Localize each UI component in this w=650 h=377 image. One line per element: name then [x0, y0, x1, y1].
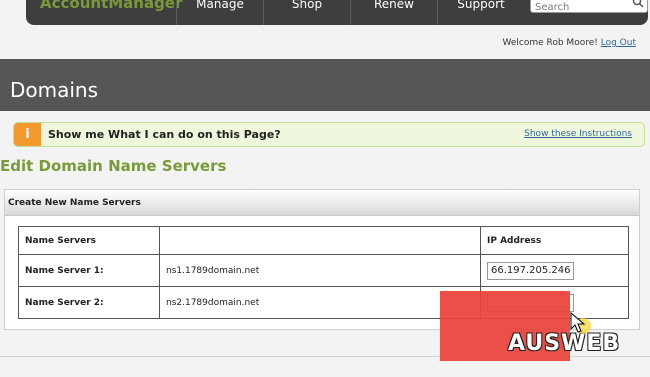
panel-header-title: Create New Name Servers [8, 198, 141, 208]
nav-manage[interactable]: Manage [176, 0, 263, 25]
info-icon: i [14, 123, 41, 146]
watermark-logo-text: AUSWEB [508, 331, 621, 356]
column-header-name-servers: Name Servers [18, 226, 160, 255]
page-title: Domains [10, 78, 99, 102]
top-nav-bar: AccountManager Manage Shop Renew Support [26, 0, 648, 25]
row-label: Name Server 2: [18, 286, 160, 319]
row-hostname: ns1.1789domain.net [159, 254, 481, 287]
row-ip-cell [480, 254, 629, 287]
search-input[interactable] [535, 0, 625, 15]
column-header-host [159, 226, 481, 255]
table-header-row: Name Servers IP Address [18, 226, 629, 255]
help-text: Show me What I can do on this Page? [48, 128, 281, 141]
panel-header: Create New Name Servers [5, 190, 639, 216]
welcome-text: Welcome Rob Moore! [502, 38, 598, 48]
ip-address-input-1[interactable] [487, 261, 574, 280]
search-box [530, 0, 648, 15]
nav-renew[interactable]: Renew [350, 0, 437, 25]
page-title-bar: Domains [0, 59, 650, 111]
row-hostname: ns2.1789domain.net [159, 286, 481, 319]
section-title: Edit Domain Name Servers [0, 157, 227, 175]
logout-link[interactable]: Log Out [601, 38, 636, 48]
table-row: Name Server 1: ns1.1789domain.net [18, 254, 629, 287]
row-label: Name Server 1: [18, 254, 160, 287]
nav-shop[interactable]: Shop [263, 0, 350, 25]
welcome-line: Welcome Rob Moore! Log Out [502, 38, 636, 48]
nav-support[interactable]: Support [437, 0, 524, 25]
help-bar: i Show me What I can do on this Page? Sh… [13, 122, 645, 147]
account-manager-logo[interactable]: AccountManager [40, 0, 182, 12]
show-instructions-link[interactable]: Show these Instructions [524, 129, 632, 139]
mouse-cursor-icon [570, 311, 591, 334]
column-header-ip-address: IP Address [480, 226, 629, 255]
search-icon[interactable] [632, 0, 644, 8]
